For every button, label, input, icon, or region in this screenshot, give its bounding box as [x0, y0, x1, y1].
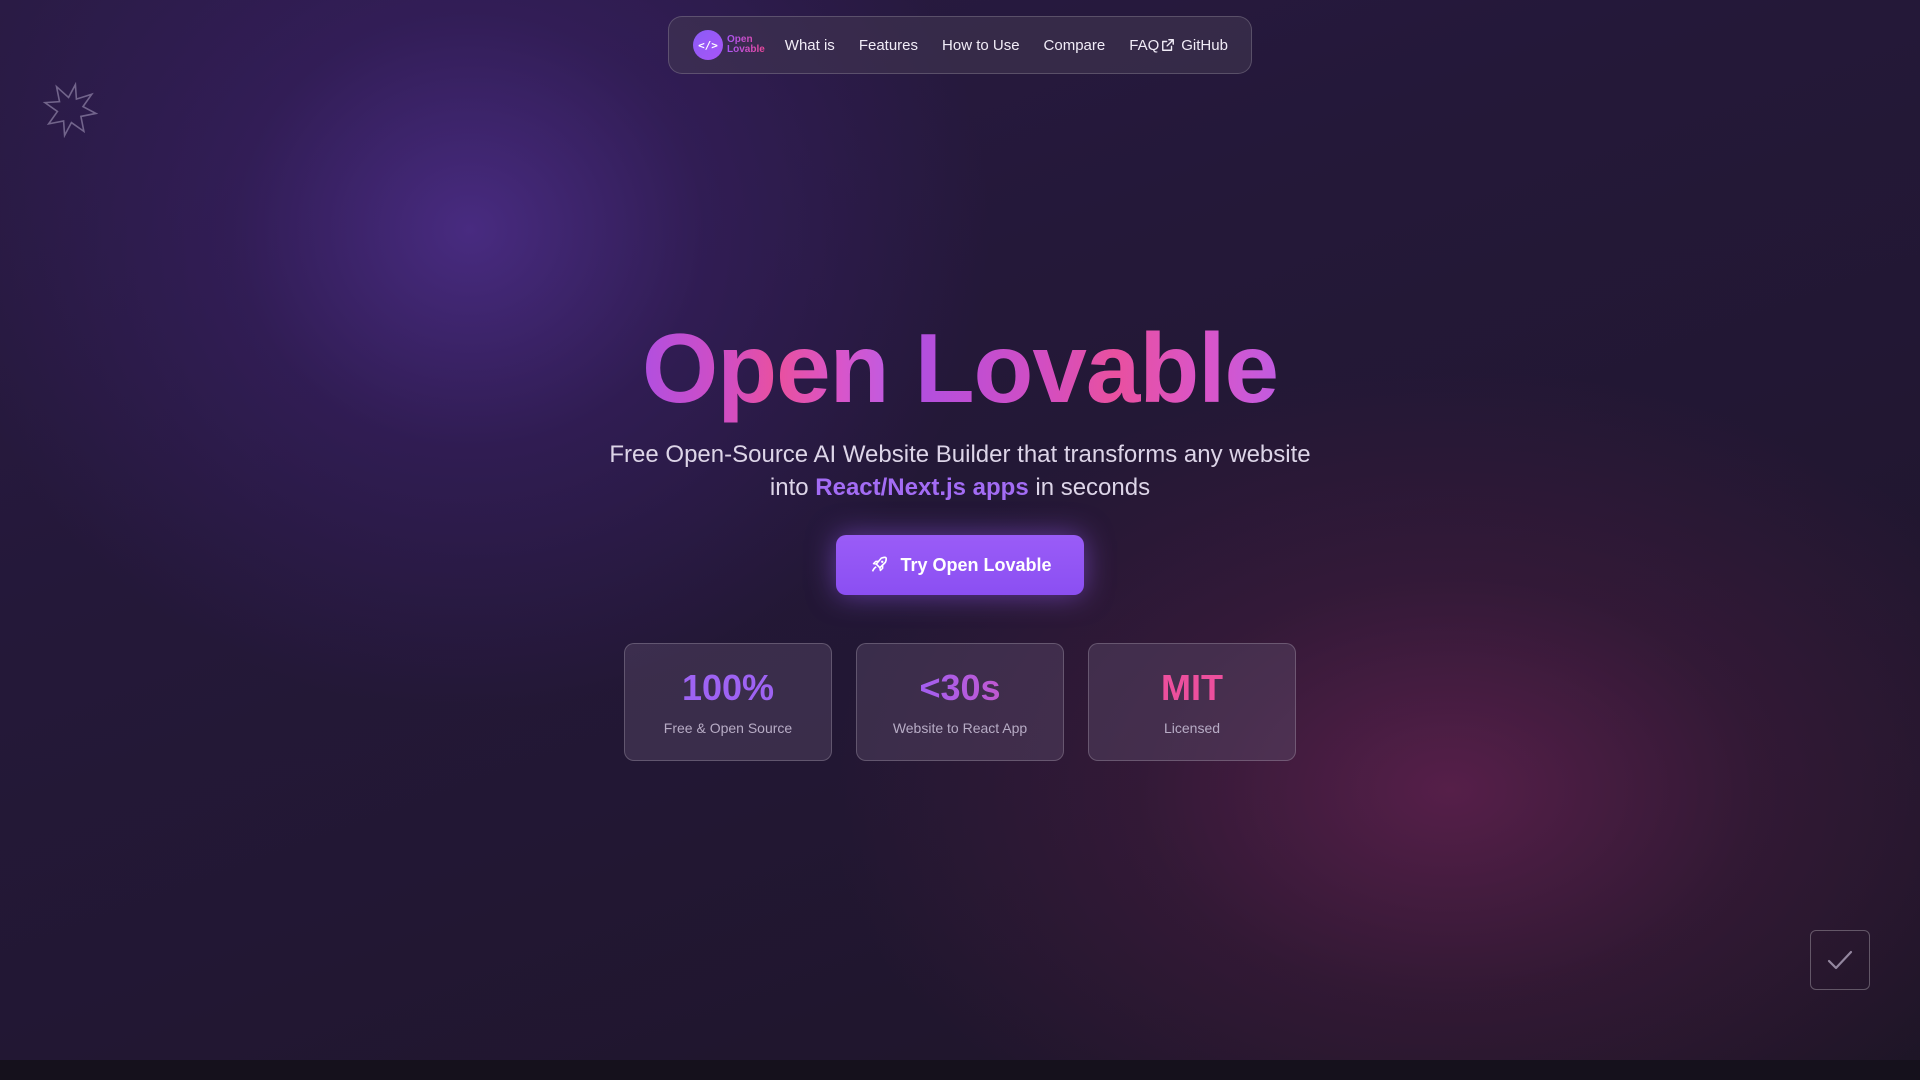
try-open-lovable-button[interactable]: Try Open Lovable: [836, 535, 1084, 595]
nav-link-compare[interactable]: Compare: [1044, 37, 1106, 54]
hero-title: Open Lovable: [0, 312, 1920, 424]
stat-label: Free & Open Source: [663, 720, 793, 736]
logo-text: Open Lovable: [727, 35, 765, 55]
stat-card: 100% Free & Open Source: [624, 643, 832, 761]
top-navigation: </> Open Lovable What is Features How to…: [668, 16, 1252, 74]
subtitle-end: in seconds: [1035, 474, 1151, 501]
stat-card: MIT Licensed: [1088, 643, 1296, 761]
nav-links: What is Features How to Use Compare FAQ …: [785, 37, 1228, 54]
subtitle-line1: Free Open-Source AI Website Builder that…: [609, 441, 1311, 468]
rocket-icon: [872, 556, 888, 572]
stat-label: Licensed: [1163, 720, 1221, 736]
external-link-icon[interactable]: [1161, 38, 1175, 52]
logo[interactable]: </> Open Lovable: [693, 30, 765, 60]
hero-title-word1: Open: [641, 313, 889, 423]
nav-link-what-is[interactable]: What is: [785, 37, 835, 54]
stats-row: 100% Free & Open Source <30s Website to …: [624, 643, 1296, 761]
subtitle-highlight: React/Next.js apps: [815, 474, 1029, 501]
nav-link-how-to-use[interactable]: How to Use: [942, 37, 1020, 54]
checkmark-button[interactable]: [1810, 930, 1870, 990]
page-footer-strip: [0, 1060, 1920, 1080]
stat-value: MIT: [1161, 667, 1223, 708]
cta-label: Try Open Lovable: [900, 554, 1052, 575]
hero-subtitle: Free Open-Source AI Website Builder that…: [560, 438, 1360, 504]
nav-link-features[interactable]: Features: [859, 37, 918, 54]
nav-link-faq[interactable]: FAQ: [1129, 37, 1159, 54]
stat-card: <30s Website to React App: [856, 643, 1064, 761]
code-brackets-icon: </>: [693, 30, 723, 60]
star-burst-icon: [42, 82, 98, 138]
stat-label: Website to React App: [892, 720, 1028, 736]
stat-value: 100%: [681, 667, 775, 708]
nav-link-github[interactable]: GitHub: [1181, 37, 1228, 54]
checkmark-icon: [1827, 950, 1853, 970]
stat-value: <30s: [919, 667, 1001, 708]
logo-text-line2: Lovable: [727, 44, 765, 55]
hero-title-word2: Lovable: [914, 313, 1279, 423]
subtitle-into: into: [769, 474, 809, 501]
